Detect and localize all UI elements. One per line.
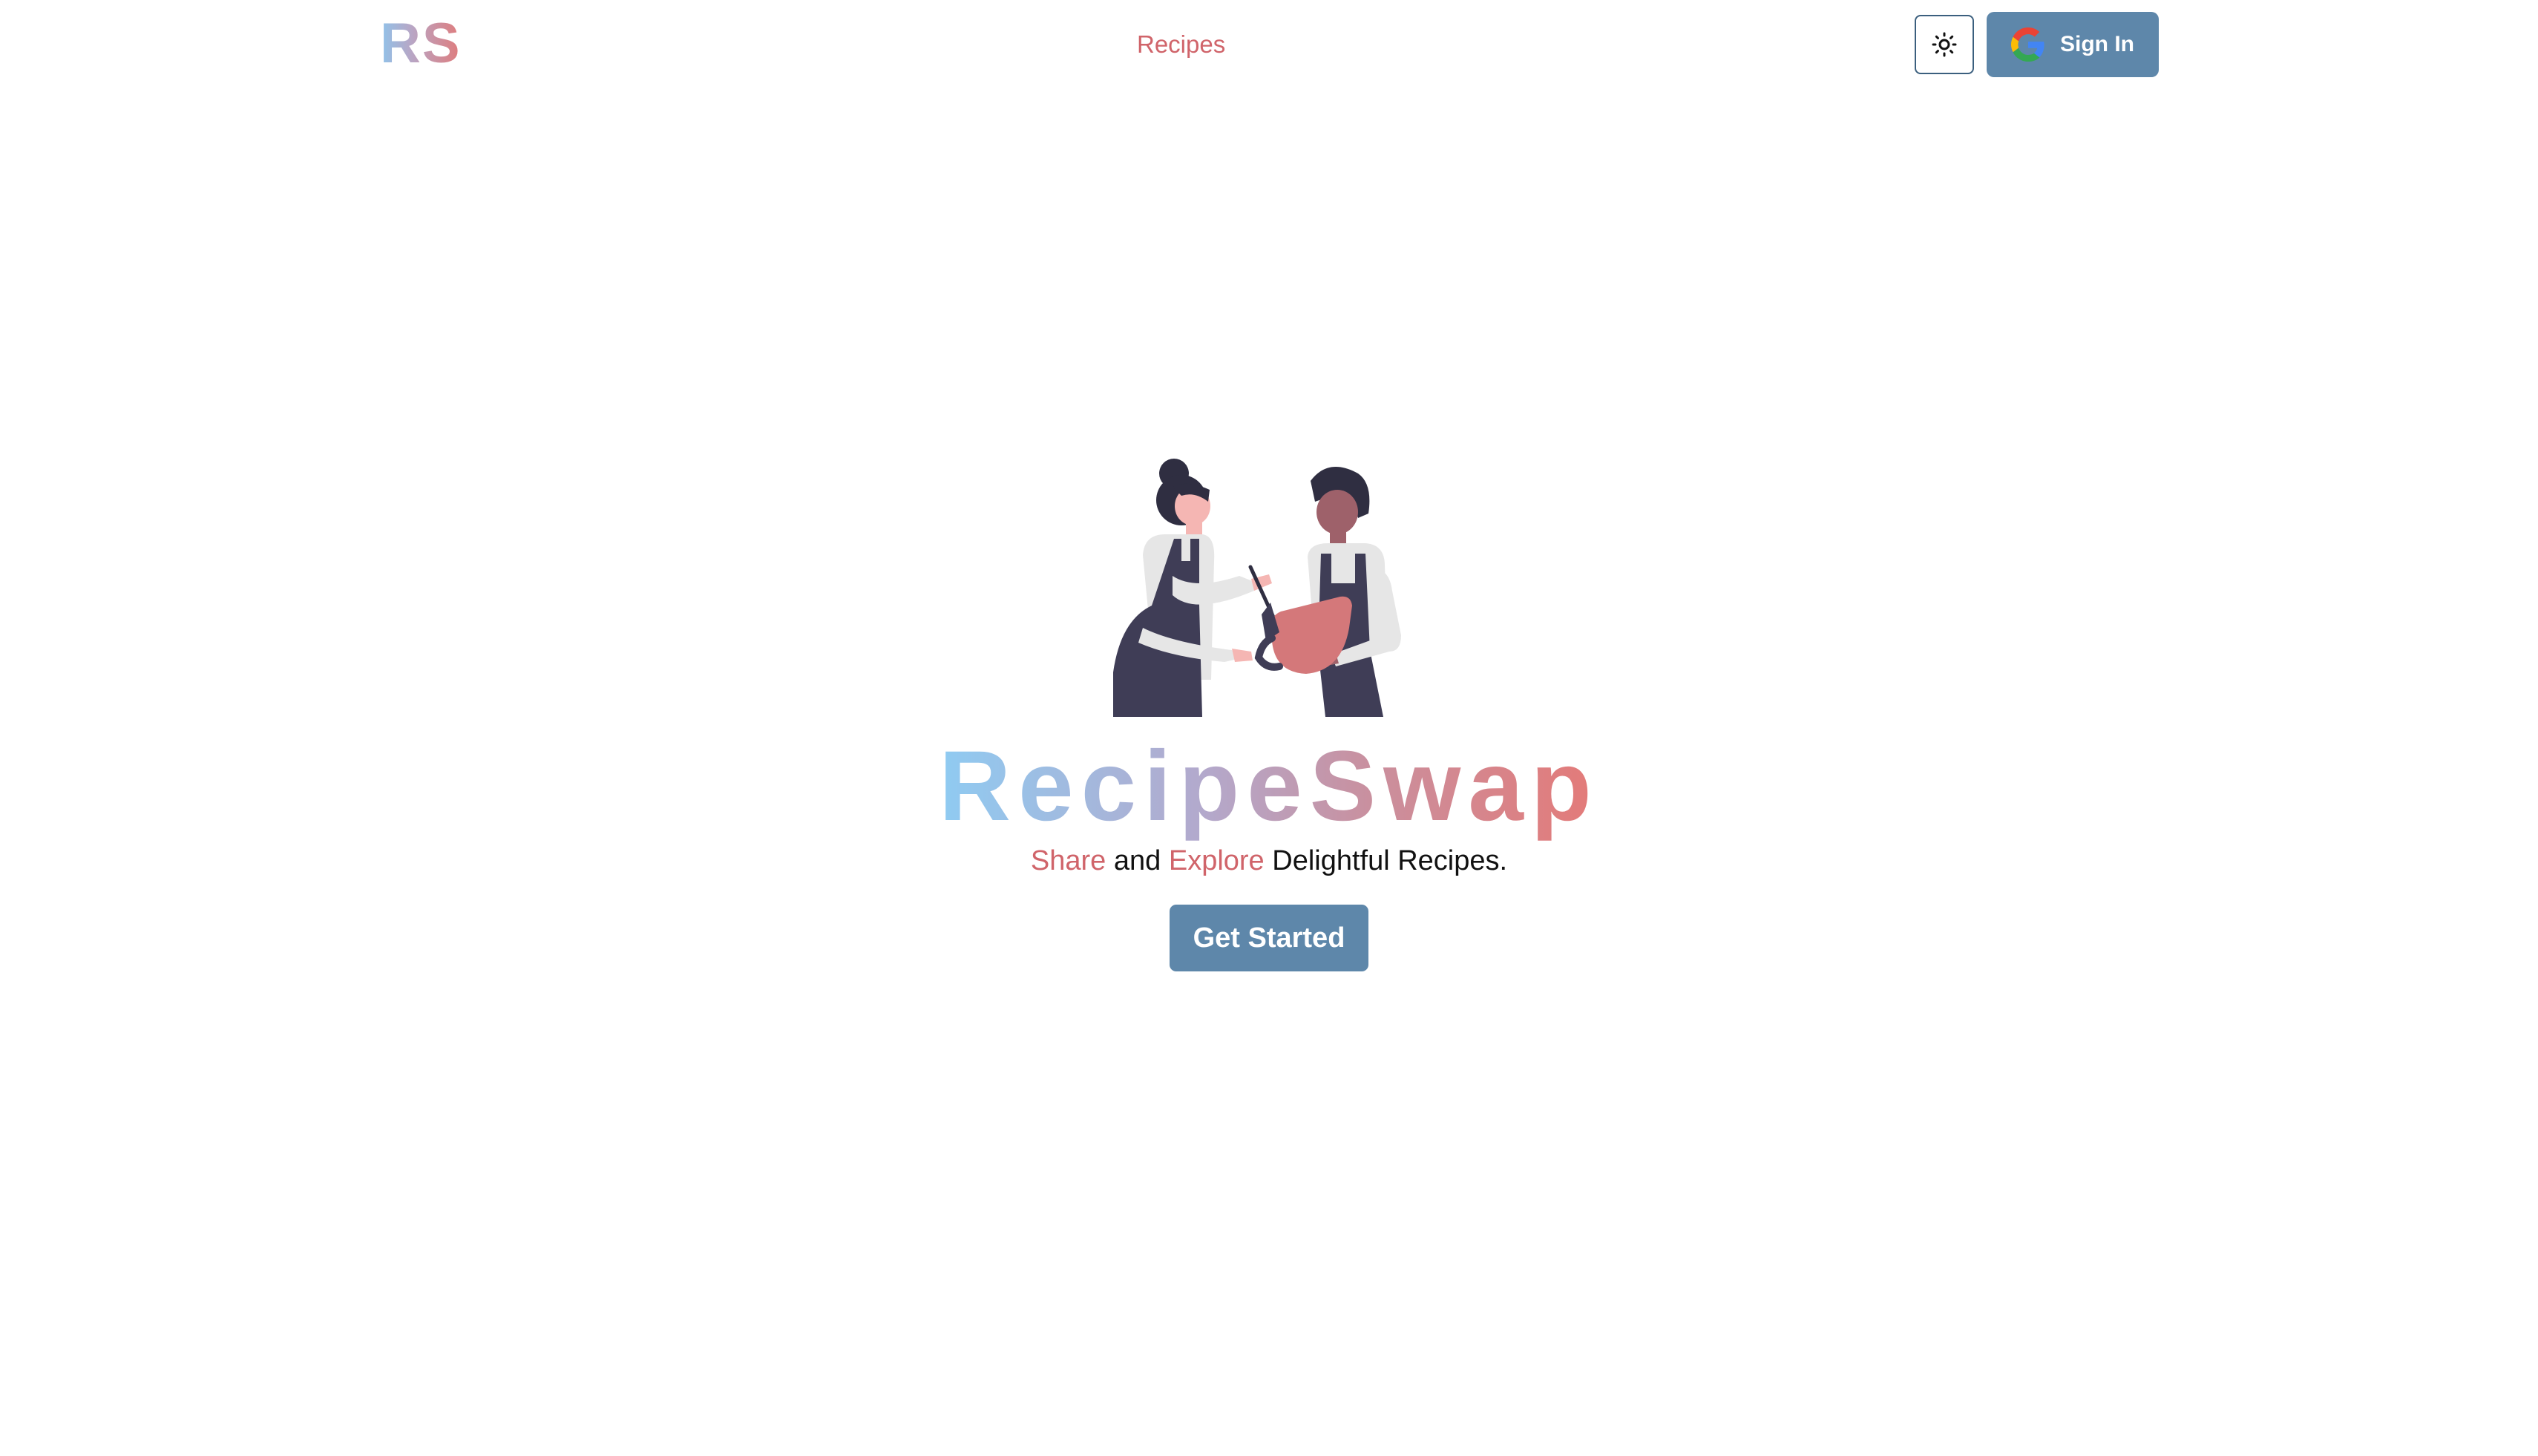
logo[interactable]: RS	[380, 10, 462, 77]
woman-figure	[1113, 459, 1277, 717]
tagline-explore: Explore	[1168, 845, 1265, 876]
get-started-button[interactable]: Get Started	[1170, 905, 1368, 971]
nav-link-recipes[interactable]: Recipes	[1137, 27, 1225, 62]
theme-toggle-button[interactable]	[1915, 15, 1974, 74]
cooking-couple-illustration	[1113, 459, 1401, 717]
page: RS Recipes Sign In RecipeSwap Share and …	[0, 0, 2538, 1456]
tagline-share: Share	[1030, 845, 1106, 876]
sun-icon	[1932, 32, 1957, 57]
tagline-rest: Delightful Recipes.	[1264, 845, 1508, 876]
tagline-and: and	[1106, 845, 1169, 876]
man-figure	[1308, 467, 1401, 717]
hero-title: RecipeSwap	[0, 727, 2538, 846]
google-icon	[2011, 27, 2044, 62]
sign-in-button[interactable]: Sign In	[1987, 12, 2159, 77]
hero-tagline: Share and Explore Delightful Recipes.	[0, 840, 2538, 882]
hero-title-text: RecipeSwap	[939, 731, 1599, 842]
navbar: RS Recipes Sign In	[0, 0, 2538, 89]
sign-in-label: Sign In	[2060, 32, 2134, 56]
